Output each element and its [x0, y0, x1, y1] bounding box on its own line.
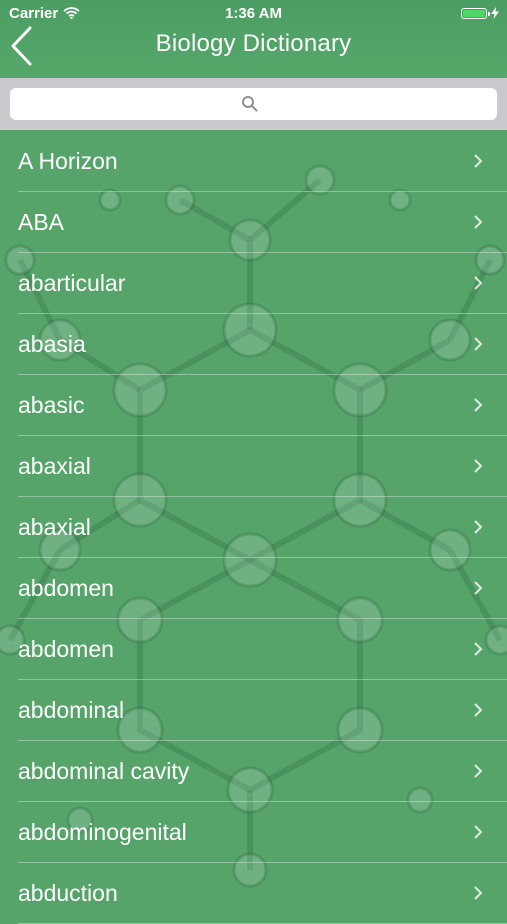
list-item-label: abduction [18, 880, 118, 906]
list-item-label: abasic [18, 392, 85, 418]
list-item[interactable]: ABA [0, 192, 507, 253]
list-item[interactable]: abasia [0, 314, 507, 375]
list-item[interactable]: A Horizon [0, 131, 507, 192]
chevron-right-icon [474, 337, 483, 351]
list-item[interactable]: abduction [0, 863, 507, 924]
list-item[interactable]: abarticular [0, 253, 507, 314]
list-item-label: abaxial [18, 514, 91, 540]
list-item[interactable]: abdomen [0, 558, 507, 619]
chevron-right-icon [474, 520, 483, 534]
list-item-label: A Horizon [18, 148, 118, 174]
chevron-right-icon [474, 886, 483, 900]
chevron-right-icon [474, 459, 483, 473]
list-item-label: abdomen [18, 575, 114, 601]
battery-icon [461, 7, 490, 19]
clock: 1:36 AM [225, 5, 282, 22]
search-input[interactable] [10, 88, 497, 120]
chevron-right-icon [474, 398, 483, 412]
chevron-right-icon [474, 642, 483, 656]
list-item[interactable]: abasic [0, 375, 507, 436]
chevron-right-icon [474, 703, 483, 717]
list-item[interactable]: abdominal cavity [0, 741, 507, 802]
list-item[interactable]: abdomen [0, 619, 507, 680]
status-bar: Carrier 1:36 AM [0, 0, 507, 26]
search-bar [0, 78, 507, 130]
chevron-right-icon [474, 154, 483, 168]
page-title: Biology Dictionary [155, 30, 352, 57]
list-item-label: abaxial [18, 453, 91, 479]
chevron-right-icon [474, 581, 483, 595]
list-item-label: abasia [18, 331, 86, 357]
list-item[interactable]: abdominogenital [0, 802, 507, 863]
list-item[interactable]: abaxial [0, 497, 507, 558]
list-item[interactable]: abdominal [0, 680, 507, 741]
term-list: A Horizon ABA abarticular abasia abasic … [0, 131, 507, 924]
chevron-right-icon [474, 276, 483, 290]
list-item-label: abarticular [18, 270, 126, 296]
chevron-right-icon [474, 215, 483, 229]
chevron-right-icon [474, 764, 483, 778]
list-item[interactable]: abaxial [0, 436, 507, 497]
list-item-label: abdominogenital [18, 819, 187, 845]
list-item-label: abdomen [18, 636, 114, 662]
list-item-label: abdominal cavity [18, 758, 190, 784]
list-item-label: abdominal [18, 697, 125, 723]
chevron-right-icon [474, 825, 483, 839]
list-item-label: ABA [18, 209, 65, 235]
